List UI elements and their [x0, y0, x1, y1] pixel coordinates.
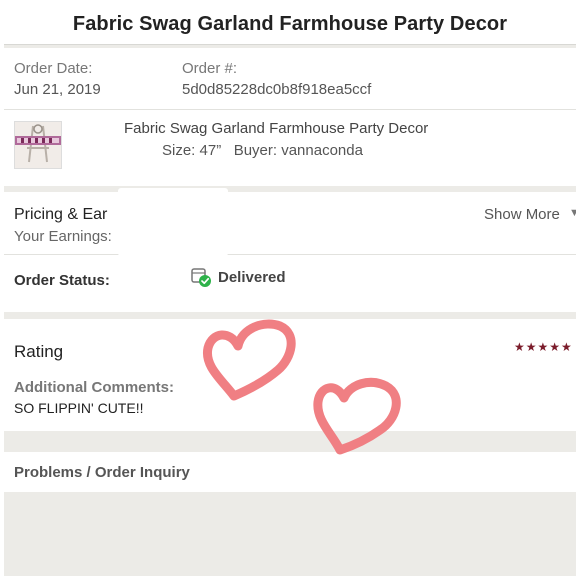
- problems-card[interactable]: Problems / Order Inquiry: [4, 452, 576, 492]
- order-status-label: Order Status:: [14, 272, 110, 289]
- order-number-value: 5d0d85228dc0b8f918ea5ccf: [182, 81, 372, 98]
- divider: [4, 254, 576, 255]
- problems-order-inquiry-link[interactable]: Problems / Order Inquiry: [14, 464, 190, 481]
- delivered-package-check-icon: [191, 268, 211, 287]
- pricing-earnings-title: Pricing & Ear: [14, 206, 108, 223]
- item-attributes: Size: 47” Buyer: vannaconda: [162, 142, 363, 159]
- order-date-value: Jun 21, 2019: [14, 81, 101, 98]
- heart-outline-icon: [202, 319, 296, 401]
- additional-comments-text: SO FLIPPIN' CUTE!!: [14, 400, 144, 416]
- redaction-patch: [118, 188, 228, 256]
- chevron-down-icon[interactable]: ▼: [569, 207, 576, 219]
- rating-label: Rating: [14, 342, 64, 361]
- additional-comments-label: Additional Comments:: [14, 379, 174, 396]
- page-title: Fabric Swag Garland Farmhouse Party Deco…: [72, 12, 508, 35]
- divider: [4, 109, 576, 110]
- show-more-link[interactable]: Show More: [484, 206, 560, 223]
- page-header: Fabric Swag Garland Farmhouse Party Deco…: [4, 4, 576, 45]
- order-date-label: Order Date:: [14, 60, 93, 77]
- pricing-card: Pricing & Ear Your Earnings: Show More ▼…: [4, 192, 576, 312]
- item-title[interactable]: Fabric Swag Garland Farmhouse Party Deco…: [124, 120, 428, 137]
- star-rating: ★★★★★: [514, 340, 573, 354]
- screenshot-frame: Fabric Swag Garland Farmhouse Party Deco…: [4, 4, 576, 576]
- redaction-patch: [82, 138, 158, 184]
- heart-outline-icon: [313, 378, 401, 455]
- order-status-value: Delivered: [218, 269, 286, 286]
- item-thumbnail[interactable]: [14, 121, 62, 169]
- order-number-label: Order #:: [182, 60, 238, 77]
- order-info-card: Order Date: Jun 21, 2019 Order #: 5d0d85…: [4, 48, 576, 186]
- earnings-label: Your Earnings:: [14, 228, 112, 245]
